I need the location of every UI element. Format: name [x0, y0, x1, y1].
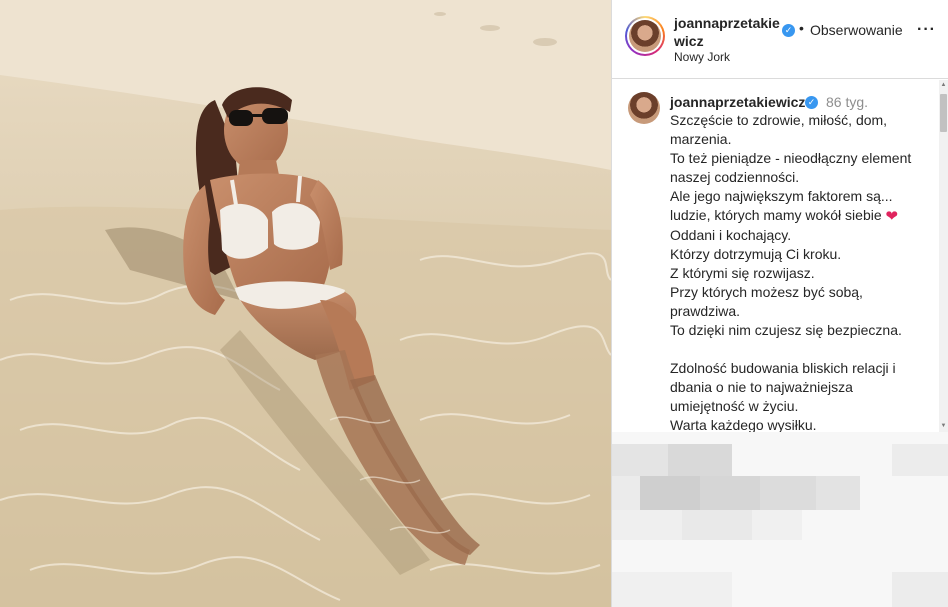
caption-line: Którzy dotrzymują Ci kroku. [670, 246, 842, 262]
verified-badge-icon: ✓ [805, 96, 818, 109]
verified-badge-icon: ✓ [782, 24, 795, 37]
post-photo[interactable] [0, 0, 611, 607]
caption-line: umiejętność w życiu. [670, 398, 799, 414]
caption-line: naszej codzienności. [670, 169, 800, 185]
header-username[interactable]: joannaprzetakiewicz [674, 14, 786, 50]
avatar[interactable] [629, 20, 661, 52]
caption-line: dbania o nie to najważniejsza [670, 379, 853, 395]
caption-line: Warta każdego wysiłku. [670, 417, 817, 432]
caption-scrollbar[interactable]: ▲ ▼ [939, 80, 948, 432]
caption-username[interactable]: joannaprzetakiewicz [670, 94, 805, 110]
caption-line: prawdziwa. [670, 303, 741, 319]
scroll-down-arrow-icon[interactable]: ▼ [940, 423, 947, 430]
caption-line: marzenia. [670, 131, 732, 147]
pixelated-comments-area [612, 432, 948, 607]
separator-dot: • [799, 20, 804, 36]
beach-photo-illustration [0, 0, 611, 607]
caption-line: Z którymi się rozwijasz. [670, 265, 815, 281]
more-options-icon[interactable]: ··· [917, 22, 937, 45]
caption-line: To dzięki nim czujesz się bezpieczna. [670, 322, 902, 338]
caption-line-with-heart: ludzie, których mamy wokół siebie ❤ [670, 206, 932, 226]
post-caption: Szczęście to zdrowie, miłość, dom, marze… [670, 111, 932, 432]
caption-line: To też pieniądze - nieodłączny element [670, 150, 912, 166]
caption-line: Oddani i kochający. [670, 227, 792, 243]
heart-emoji-icon: ❤ [885, 208, 899, 225]
caption-avatar[interactable] [628, 92, 660, 124]
post-side-panel: joannaprzetakiewicz ✓ • Obserwowanie ···… [611, 0, 948, 607]
caption-line: Ale jego największym faktorem są... [670, 188, 893, 204]
caption-line: Przy których możesz być sobą, [670, 284, 863, 300]
post-timestamp[interactable]: 86 tyg. [826, 94, 868, 110]
scroll-up-arrow-icon[interactable]: ▲ [940, 82, 947, 89]
caption-line: ludzie, których mamy wokół siebie [670, 207, 882, 223]
caption-line: Zdolność budowania bliskich relacji i [670, 360, 896, 376]
location-link[interactable]: Nowy Jork [674, 50, 730, 64]
caption-line: Szczęście to zdrowie, miłość, dom, [670, 112, 888, 128]
following-button[interactable]: Obserwowanie [810, 22, 903, 38]
scrollbar-thumb[interactable] [940, 94, 947, 132]
avatar-story-ring[interactable] [625, 16, 665, 56]
caption-section: joannaprzetakiewicz ✓ 86 tyg. Szczęście … [612, 80, 948, 432]
post-header: joannaprzetakiewicz ✓ • Obserwowanie ···… [612, 0, 948, 79]
